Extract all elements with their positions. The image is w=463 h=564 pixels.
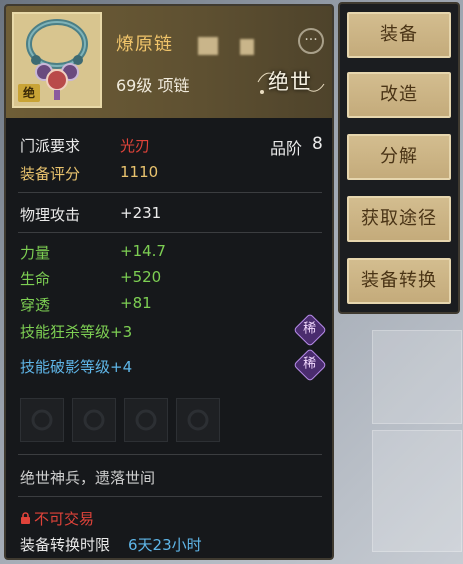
divider [18, 192, 322, 193]
gem-slot[interactable] [124, 398, 168, 442]
rare-badge-icon: 稀 [293, 348, 327, 382]
divider [18, 454, 322, 455]
more-options-button[interactable]: ··· [298, 28, 324, 54]
tooltip-header: 绝 燎原链 ··· 69级 项链 绝世 [6, 6, 332, 118]
divider [18, 232, 322, 233]
decompose-button[interactable]: 分解 [347, 134, 451, 180]
tier-badge: 绝 [18, 84, 40, 102]
school-requirement-value: 光刃 [120, 137, 151, 155]
empty-slot-icon [83, 409, 105, 431]
modify-button[interactable]: 改造 [347, 72, 451, 118]
background-tile [372, 430, 462, 552]
base-stat-value: +231 [120, 204, 162, 222]
trade-status: 不可交易 [20, 508, 94, 529]
equipment-score-value: 1110 [120, 163, 159, 181]
bonus-stat-label: 生命 [20, 270, 51, 288]
empty-slot-icon [187, 409, 209, 431]
base-stat-label: 物理攻击 [20, 206, 81, 224]
gem-slot[interactable] [72, 398, 116, 442]
acquire-source-button[interactable]: 获取途径 [347, 196, 451, 242]
lock-icon [21, 512, 30, 524]
item-grade: 绝世 [268, 70, 312, 94]
convert-time-label: 装备转换时限 [20, 536, 111, 554]
bonus-stat-value: +14.7 [120, 242, 166, 260]
convert-time-value: 6天23小时 [128, 536, 202, 554]
background-tile [372, 330, 462, 424]
bonus-stat-label: 力量 [20, 244, 51, 262]
bonus-stat-value: +81 [120, 294, 152, 312]
item-level-type: 69级 项链 [116, 76, 190, 95]
divider [18, 496, 322, 497]
gem-slot[interactable] [176, 398, 220, 442]
item-icon-frame: 绝 [12, 12, 102, 108]
bonus-stat-value: +520 [120, 268, 162, 286]
rank-label: 品阶 [270, 139, 303, 158]
equip-button[interactable]: 装备 [347, 12, 451, 58]
equipment-score-label: 装备评分 [20, 165, 81, 183]
item-tooltip-panel: 绝 燎原链 ··· 69级 项链 绝世 门派要求 光刃 品阶 8 装备评分 11… [4, 4, 334, 560]
redacted-text [198, 37, 218, 55]
redacted-text [240, 39, 254, 55]
skill-bonus: 技能狂杀等级+3 [20, 323, 133, 341]
rare-badge-icon: 稀 [293, 313, 327, 347]
empty-slot-icon [135, 409, 157, 431]
skill-bonus: 技能破影等级+4 [20, 358, 133, 376]
school-requirement-label: 门派要求 [20, 137, 81, 155]
action-menu: 装备 改造 分解 获取途径 装备转换 [338, 2, 460, 314]
equipment-convert-button[interactable]: 装备转换 [347, 258, 451, 304]
gem-slot[interactable] [20, 398, 64, 442]
rank-value: 8 [312, 134, 323, 154]
bonus-stat-label: 穿透 [20, 296, 51, 314]
item-name: 燎原链 [116, 34, 173, 55]
flavor-text: 绝世神兵，遗落世间 [20, 469, 156, 487]
trade-status-text: 不可交易 [34, 510, 95, 528]
empty-slot-icon [31, 409, 53, 431]
